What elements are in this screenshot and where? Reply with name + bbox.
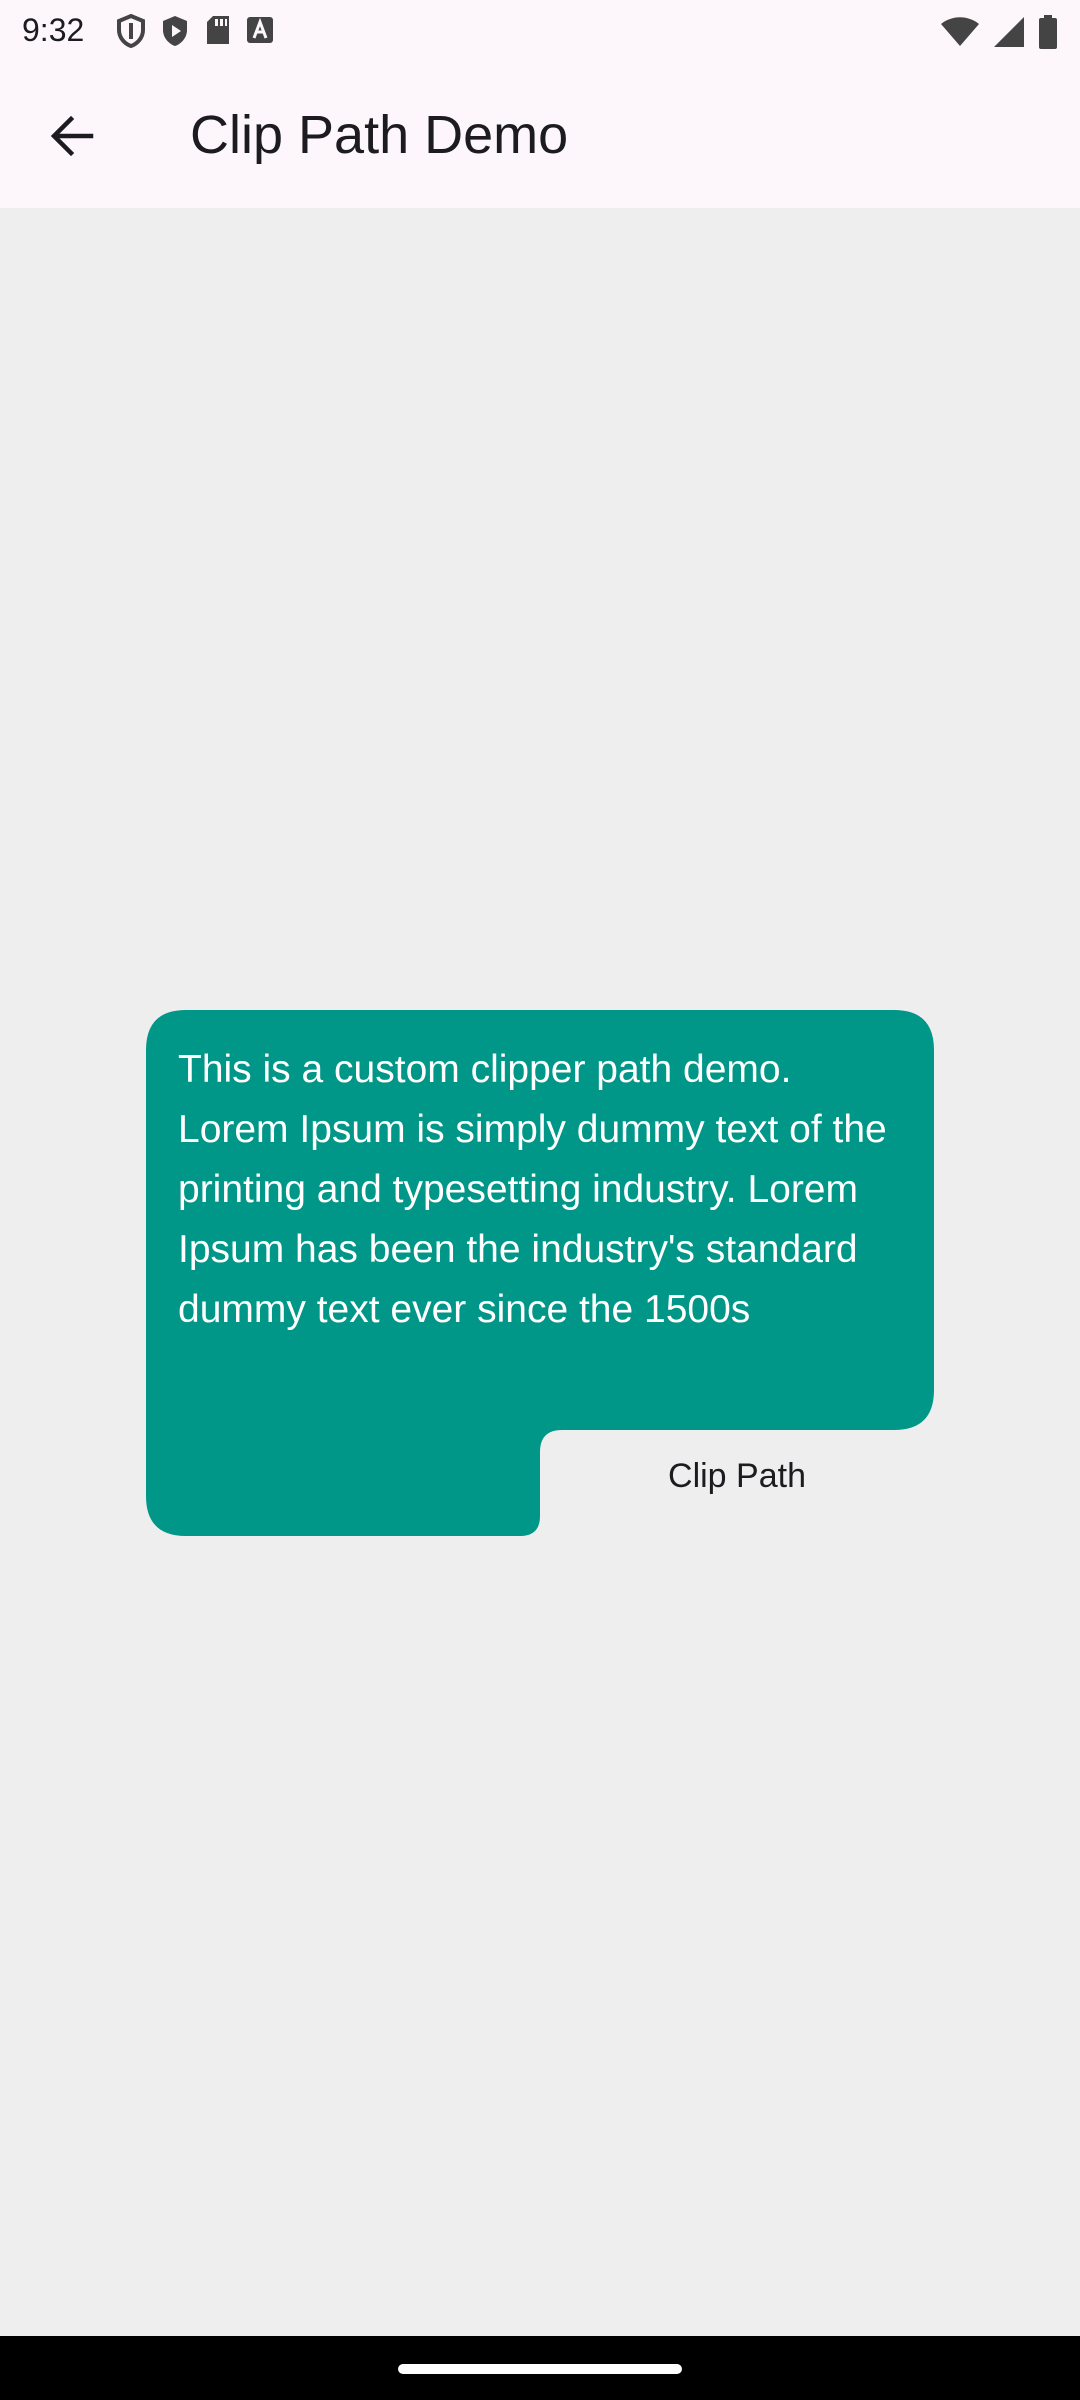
card-text: This is a custom clipper path demo. Lore…	[178, 1048, 887, 1331]
battery-icon	[1038, 14, 1058, 55]
status-bar: 9:32	[0, 0, 1080, 62]
home-handle[interactable]	[398, 2364, 682, 2374]
status-icons-right	[940, 14, 1058, 55]
wifi-icon	[940, 16, 980, 53]
signal-icon	[992, 15, 1026, 54]
shield-outline-icon	[116, 13, 146, 53]
back-button[interactable]	[36, 100, 108, 172]
arrow-back-icon	[50, 115, 94, 157]
sd-card-icon	[204, 14, 232, 53]
status-time: 9:32	[22, 12, 85, 48]
font-a-icon	[246, 14, 274, 53]
app-bar: Clip Path Demo	[0, 62, 1080, 208]
shield-play-icon	[160, 14, 190, 53]
page-title: Clip Path Demo	[190, 105, 569, 165]
navigation-bar	[0, 2336, 1080, 2400]
clip-path-button[interactable]: Clip Path	[560, 1430, 914, 1522]
status-icons-left	[116, 13, 274, 53]
